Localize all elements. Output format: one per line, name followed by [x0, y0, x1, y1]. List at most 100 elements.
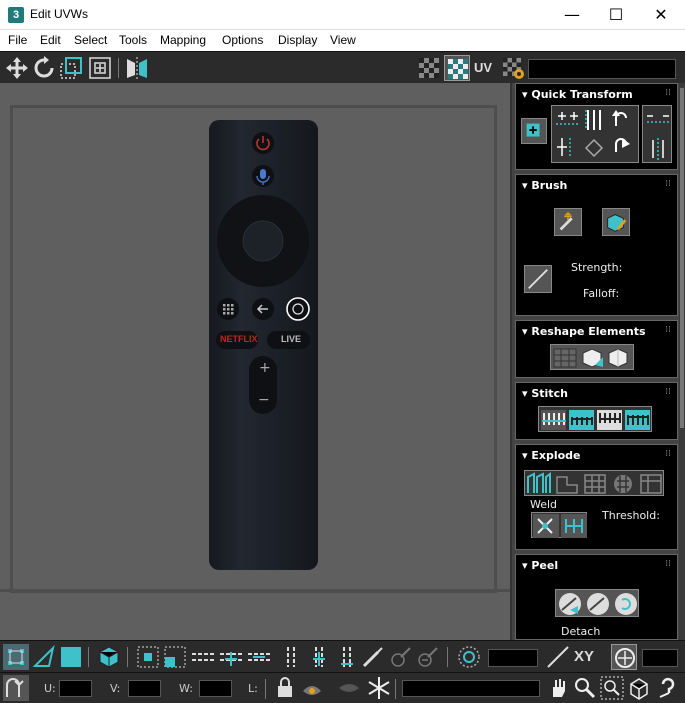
- ring-select-icon[interactable]: [278, 644, 304, 670]
- soft-selection-value[interactable]: [488, 649, 538, 667]
- rollout-title[interactable]: ▾ Quick Transform: [522, 88, 633, 101]
- loop-shrink-icon[interactable]: [246, 644, 272, 670]
- scale-icon[interactable]: [58, 55, 84, 81]
- rollout-title[interactable]: ▾ Stitch: [522, 387, 568, 400]
- minimize-button[interactable]: —: [549, 0, 595, 30]
- selection-filter-field[interactable]: [402, 680, 540, 697]
- zoom-icon[interactable]: [572, 675, 598, 701]
- rollout-title[interactable]: ▾ Peel: [522, 559, 558, 572]
- show-map-icon[interactable]: [444, 55, 470, 81]
- netflix-button: NETFLIX: [220, 334, 258, 344]
- menu-options[interactable]: Options: [222, 33, 263, 47]
- loop-select-icon[interactable]: [190, 644, 216, 670]
- edge-select-icon[interactable]: [31, 644, 57, 670]
- w-field[interactable]: [199, 680, 232, 697]
- toolbar-separator: [395, 679, 396, 699]
- texture-settings-icon[interactable]: [500, 55, 526, 81]
- mirror-icon[interactable]: [124, 55, 150, 81]
- polygon-select-icon[interactable]: [58, 644, 84, 670]
- xy-label[interactable]: XY: [574, 648, 594, 665]
- menu-tools[interactable]: Tools: [119, 33, 147, 47]
- checker-pattern-icon[interactable]: [416, 55, 442, 81]
- uv-label[interactable]: UV: [474, 60, 492, 75]
- stitch-tools-group: [538, 406, 652, 432]
- ring-grow-icon[interactable]: [306, 644, 332, 670]
- menu-file[interactable]: File: [8, 33, 27, 47]
- toolbar-separator: [127, 647, 128, 667]
- volume-down-button: −: [258, 392, 270, 408]
- rollout-brush: ▾ Brush ⁞⁞ Strength: Falloff:: [515, 174, 678, 316]
- l-label: L:: [248, 682, 258, 695]
- freeze-icon[interactable]: [366, 675, 392, 701]
- help-icon[interactable]: [655, 675, 681, 701]
- u-label: U:: [44, 682, 56, 695]
- pixel-value-field[interactable]: [642, 649, 678, 667]
- panel-scrollbar[interactable]: [679, 83, 685, 640]
- paint-select-icon[interactable]: [360, 644, 386, 670]
- u-field[interactable]: [59, 680, 92, 697]
- relax-brush-icon[interactable]: [602, 208, 630, 236]
- grow-selection-icon[interactable]: [135, 644, 161, 670]
- panel-scrollbar-thumb[interactable]: [680, 88, 684, 428]
- weld-label: Weld: [530, 498, 558, 511]
- grip-icon[interactable]: ⁞⁞: [665, 179, 671, 189]
- peel-tools-group: [555, 589, 639, 617]
- soft-selection-icon[interactable]: [456, 644, 482, 670]
- rollout-stitch: ▾ Stitch ⁞⁞: [515, 382, 678, 440]
- pixel-snap-icon[interactable]: [611, 644, 637, 670]
- toolbar-separator: [265, 679, 266, 699]
- rollout-title[interactable]: ▾ Brush: [522, 179, 567, 192]
- rollout-title[interactable]: ▾ Reshape Elements: [522, 325, 646, 338]
- rotate-icon[interactable]: [31, 55, 57, 81]
- grip-icon[interactable]: ⁞⁞: [665, 387, 671, 397]
- freeform-mode-icon[interactable]: [87, 55, 113, 81]
- rollout-explode: ▾ Explode ⁞⁞ Weld Threshold:: [515, 444, 678, 550]
- falloff-curve-icon[interactable]: [545, 644, 571, 670]
- maximize-button[interactable]: ☐: [593, 0, 639, 30]
- window-title: Edit UVWs: [30, 7, 89, 21]
- grip-icon[interactable]: ⁞⁞: [665, 325, 671, 335]
- volume-up-button: +: [259, 360, 271, 376]
- close-button[interactable]: ✕: [638, 0, 684, 30]
- element-select-icon[interactable]: [96, 644, 122, 670]
- space-tools-group: [642, 105, 672, 163]
- grip-icon[interactable]: ⁞⁞: [665, 559, 671, 569]
- vertex-select-icon[interactable]: [3, 644, 29, 670]
- grip-icon[interactable]: ⁞⁞: [665, 449, 671, 459]
- reshape-tools-group: [550, 344, 634, 370]
- move-icon[interactable]: [4, 55, 30, 81]
- lock-icon[interactable]: [272, 675, 298, 701]
- v-field[interactable]: [128, 680, 161, 697]
- paint-move-icon[interactable]: [554, 208, 582, 236]
- explode-tools-group: [524, 470, 664, 496]
- edit-uvws-window: 3 Edit UVWs — ☐ ✕ File Edit Select Tools…: [0, 0, 685, 703]
- shrink-selection-icon[interactable]: [162, 644, 188, 670]
- map-select-field[interactable]: [528, 59, 676, 79]
- zoom-region-icon[interactable]: [599, 675, 625, 701]
- absolute-offset-icon[interactable]: [3, 675, 29, 701]
- detach-label: Detach: [561, 625, 601, 638]
- zoom-extents-icon[interactable]: [626, 675, 652, 701]
- loop-grow-icon[interactable]: [218, 644, 244, 670]
- brush-falloff-icon[interactable]: [524, 265, 552, 293]
- strength-label: Strength:: [571, 261, 623, 274]
- uv-viewport[interactable]: NETFLIX LIVE + −: [0, 83, 510, 640]
- grip-icon[interactable]: ⁞⁞: [665, 88, 671, 98]
- hide-icon[interactable]: [299, 675, 325, 701]
- menu-select[interactable]: Select: [74, 33, 107, 47]
- paint-select-shrink-icon[interactable]: [415, 644, 441, 670]
- menu-edit[interactable]: Edit: [40, 33, 61, 47]
- v-label: V:: [110, 682, 121, 695]
- menu-view[interactable]: View: [330, 33, 356, 47]
- toolbar-separator: [447, 647, 448, 667]
- bottom-toolbar-2: U: V: W: L:: [0, 672, 685, 703]
- menu-mapping[interactable]: Mapping: [160, 33, 206, 47]
- w-label: W:: [179, 682, 193, 695]
- pan-icon[interactable]: [545, 675, 571, 701]
- menu-display[interactable]: Display: [278, 33, 317, 47]
- rollout-title[interactable]: ▾ Explode: [522, 449, 581, 462]
- ring-shrink-icon[interactable]: [334, 644, 360, 670]
- pivot-button[interactable]: [521, 118, 547, 144]
- isolate-icon[interactable]: [336, 675, 362, 701]
- paint-select-grow-icon[interactable]: [388, 644, 414, 670]
